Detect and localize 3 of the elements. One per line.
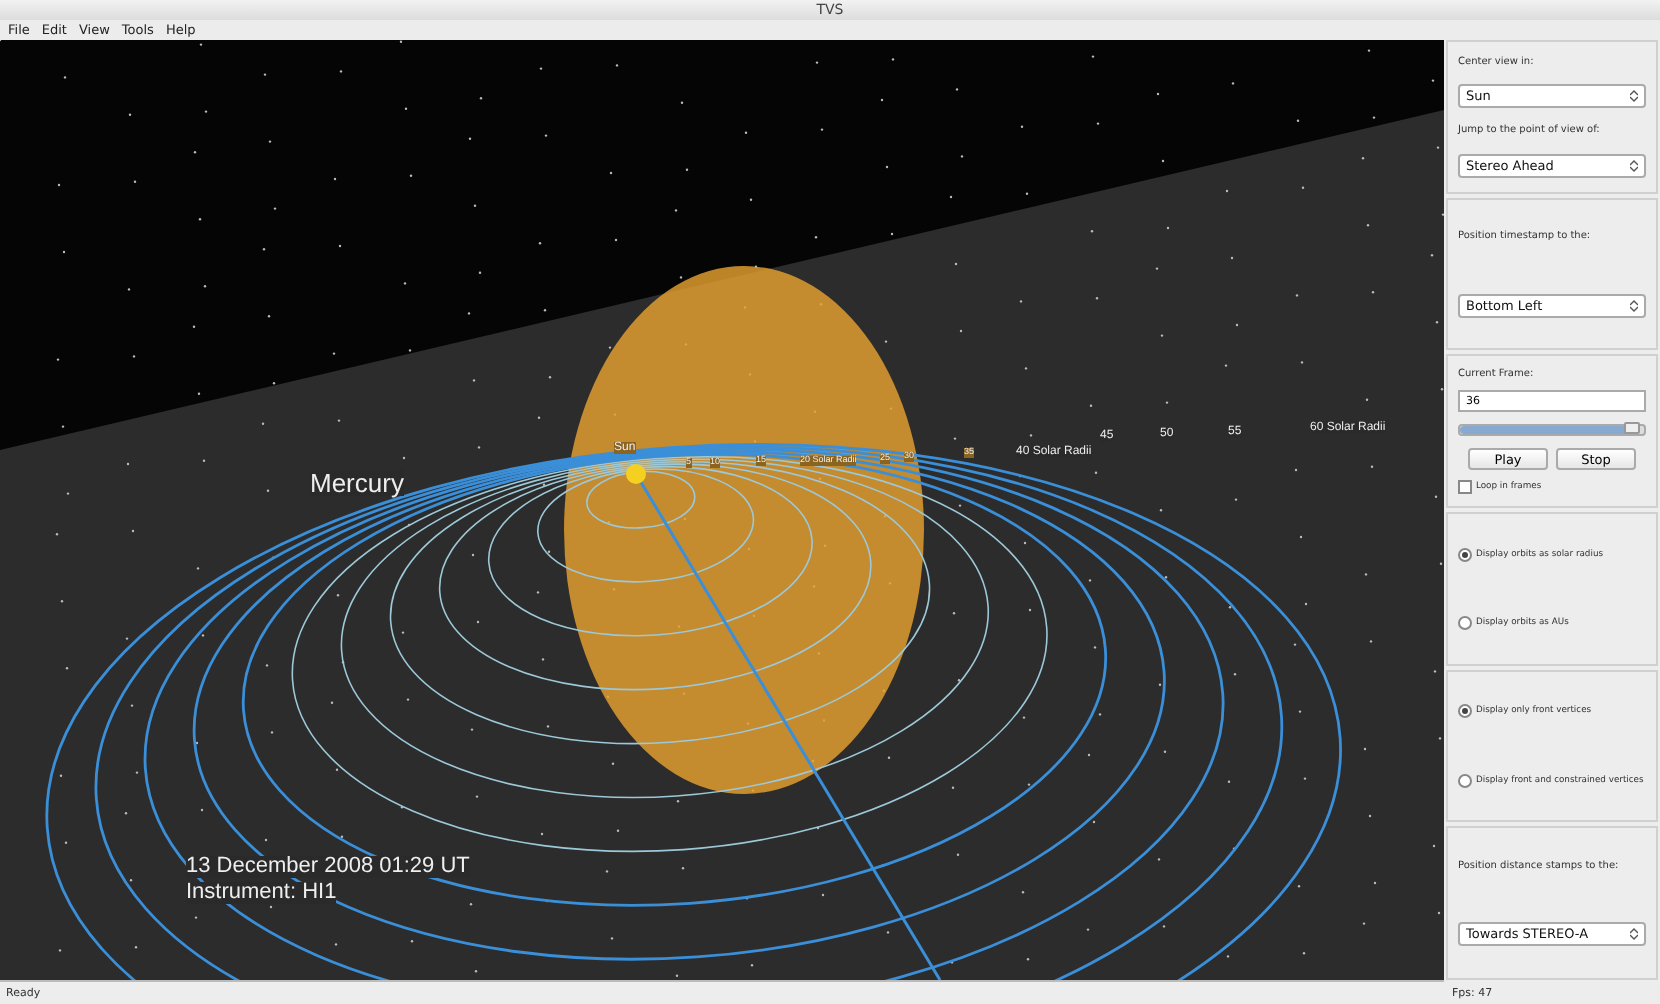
planet-label: Mercury — [310, 470, 404, 496]
instrument-text: Instrument: HI1 — [186, 882, 337, 904]
timestamp-text: 13 December 2008 01:29 UT — [186, 856, 470, 878]
